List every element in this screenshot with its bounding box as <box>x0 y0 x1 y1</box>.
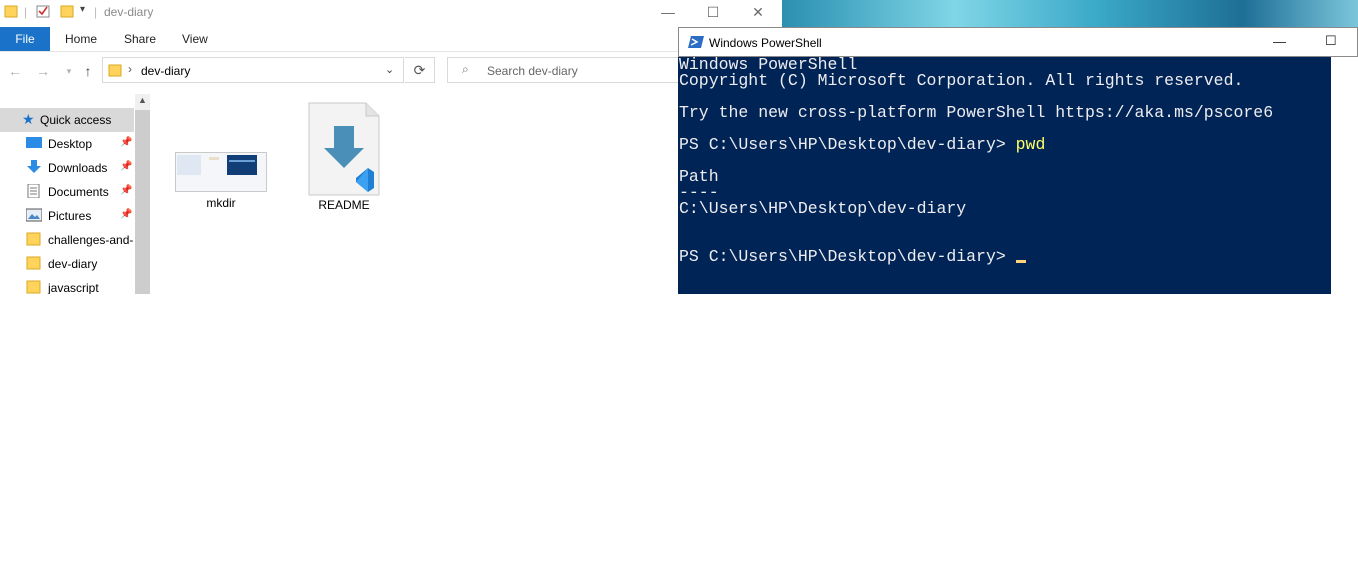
console-line: Try the new cross-platform PowerShell ht… <box>679 103 1274 122</box>
chevron-down-icon[interactable]: ▾ <box>80 4 85 15</box>
folder-icon <box>26 256 41 270</box>
search-icon: ⌕ <box>462 62 469 76</box>
ribbon-tabs: File Home Share View <box>0 27 780 51</box>
file-list: mkdir README <box>150 94 680 294</box>
text-cursor <box>1015 260 1026 263</box>
tab-home[interactable]: Home <box>65 27 97 51</box>
up-arrow-icon[interactable]: ↑ <box>79 62 97 80</box>
powershell-window: Windows PowerShell — ☐ Windows PowerShel… <box>678 27 1358 294</box>
recent-locations-icon[interactable]: ▾ <box>60 62 78 80</box>
sidebar-item-dev-diary[interactable]: dev-diary <box>0 252 134 276</box>
sidebar-item-label: Pictures <box>48 209 92 223</box>
separator: | <box>94 5 98 19</box>
window-title: Windows PowerShell <box>709 36 822 50</box>
separator: | <box>24 5 28 19</box>
pin-icon: 📌 <box>120 161 133 172</box>
refresh-button[interactable]: ⟳ <box>405 57 435 83</box>
desktop-icon <box>26 137 42 148</box>
back-arrow-icon[interactable]: ← <box>6 62 24 80</box>
console-command: pwd <box>1015 135 1046 154</box>
sidebar-item-desktop[interactable]: Desktop 📌 <box>0 132 134 156</box>
chevron-down-icon[interactable]: ⌄ <box>385 63 394 76</box>
image-thumbnail-icon <box>175 152 267 192</box>
sidebar-item-challenges[interactable]: challenges-and- <box>0 228 134 252</box>
sidebar-item-pictures[interactable]: Pictures 📌 <box>0 204 134 228</box>
download-icon <box>27 160 41 173</box>
sidebar-item-label: Downloads <box>48 161 108 175</box>
console-line: Copyright (C) Microsoft Corporation. All… <box>679 71 1244 90</box>
properties-icon[interactable] <box>36 4 50 18</box>
file-name: README <box>318 198 370 212</box>
folder-icon <box>26 280 41 294</box>
file-explorer-window: | ▾ | dev-diary — ☐ ✕ File Home Share Vi… <box>0 0 780 294</box>
powershell-titlebar: Windows PowerShell — ☐ <box>678 27 1358 57</box>
window-title: dev-diary <box>104 5 154 19</box>
close-button[interactable]: ✕ <box>735 0 780 24</box>
minimize-button[interactable]: — <box>1273 34 1286 49</box>
divider <box>0 51 780 52</box>
tab-view[interactable]: View <box>182 27 208 51</box>
sidebar-item-label: dev-diary <box>48 257 98 271</box>
sidebar-item-documents[interactable]: Documents 📌 <box>0 180 134 204</box>
file-name: mkdir <box>206 196 236 210</box>
console-prompt-line: PS C:\Users\HP\Desktop\dev-diary> pwd <box>679 135 1046 154</box>
pin-icon: 📌 <box>120 137 133 148</box>
file-item-mkdir[interactable]: mkdir <box>172 152 270 212</box>
scroll-up-icon[interactable]: ▲ <box>138 95 147 105</box>
document-icon <box>27 184 40 198</box>
pin-icon: 📌 <box>120 209 133 220</box>
console-prompt-line: PS C:\Users\HP\Desktop\dev-diary> <box>679 247 1026 266</box>
tab-file[interactable]: File <box>0 27 50 51</box>
search-placeholder: Search dev-diary <box>487 64 578 78</box>
folder-icon <box>4 5 18 18</box>
sidebar-item-label: Documents <box>48 185 109 199</box>
maximize-button[interactable]: ☐ <box>690 0 736 24</box>
sidebar-scrollbar[interactable]: ▲ <box>135 94 150 294</box>
sidebar-item-label: Desktop <box>48 137 93 151</box>
search-input[interactable]: ⌕ Search dev-diary <box>447 57 687 83</box>
console-line: C:\Users\HP\Desktop\dev-diary <box>679 199 967 218</box>
desktop-wallpaper <box>782 0 1358 27</box>
tab-share[interactable]: Share <box>124 27 156 51</box>
navigation-pane: ★ Quick access Desktop 📌 Downloads 📌 Doc… <box>0 94 150 294</box>
powershell-console[interactable]: Windows PowerShell Copyright (C) Microso… <box>678 56 1331 294</box>
breadcrumb-chevron-icon: › <box>128 62 132 76</box>
forward-arrow-icon[interactable]: → <box>34 62 52 80</box>
sidebar-item-label: challenges-and- <box>48 233 134 247</box>
vscode-markdown-file-icon <box>308 102 380 196</box>
sidebar-item-label: Quick access <box>40 113 112 127</box>
address-bar[interactable]: › dev-diary ⌄ <box>102 57 404 83</box>
pin-icon: 📌 <box>120 185 133 196</box>
sidebar-item-quick-access[interactable]: ★ Quick access <box>0 108 134 132</box>
sidebar-item-downloads[interactable]: Downloads 📌 <box>0 156 134 180</box>
console-prompt: PS C:\Users\HP\Desktop\dev-diary> <box>679 135 1016 154</box>
folder-icon <box>108 64 122 77</box>
powershell-icon <box>688 36 704 48</box>
star-icon: ★ <box>22 111 35 127</box>
navigation-bar: ← → ▾ ↑ › dev-diary ⌄ ⟳ ⌕ Search dev-dia… <box>0 56 780 86</box>
console-prompt: PS C:\Users\HP\Desktop\dev-diary> <box>679 247 1016 266</box>
file-item-readme[interactable]: README <box>304 102 384 217</box>
folder-icon <box>26 232 41 246</box>
minimize-button[interactable]: — <box>645 0 691 24</box>
maximize-button[interactable]: ☐ <box>1325 33 1337 49</box>
explorer-titlebar: | ▾ | dev-diary — ☐ ✕ <box>0 0 780 26</box>
breadcrumb[interactable]: dev-diary <box>141 64 190 78</box>
new-folder-icon[interactable] <box>60 4 74 18</box>
sidebar-item-javascript[interactable]: javascript <box>0 276 134 294</box>
pictures-icon <box>26 208 42 222</box>
sidebar-item-label: javascript <box>48 281 99 294</box>
scrollbar-thumb[interactable] <box>135 110 150 294</box>
